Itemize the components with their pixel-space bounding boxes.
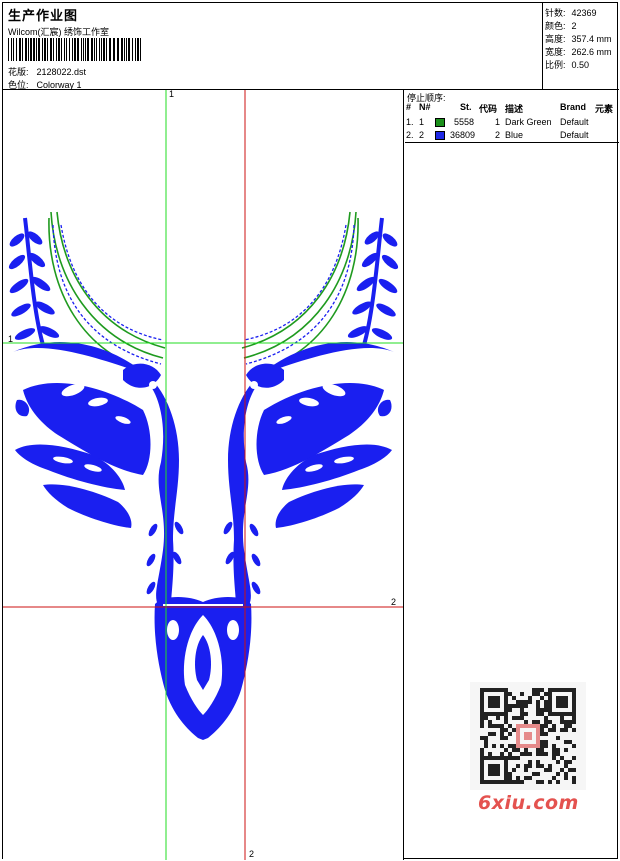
col-brand: Brand [560,102,587,112]
col-element: 元素 [595,104,614,114]
stat-scale: 比例: 0.50 [545,58,589,71]
col-num: # [406,102,412,112]
barcode-image [8,38,141,61]
stop-sequence-header: # N# St. 代码 描述 Brand 元素 [405,102,619,114]
color-swatch [435,118,445,127]
guide-label-h1: 1 [8,334,14,344]
row-stitches: 5558 [454,117,475,127]
design-file-name: 2128022.dst [36,67,87,77]
watermark-logo: 6xiu.com [478,792,579,814]
stat-value: 0.50 [571,60,590,70]
stat-value: 42369 [571,8,597,18]
col-code: 代码 [479,104,498,114]
stat-label: 针数: [545,8,566,18]
production-worksheet: 生产作业图 Wilcom(汇宸) 绣饰工作室 花版: 2128022.dst 色位… [2,2,619,860]
stat-label: 比例: [545,60,566,70]
stat-label: 颜色: [545,21,566,31]
col-description: 描述 [505,104,524,114]
row-description: Blue [505,130,524,140]
studio-name: Wilcom(汇宸) 绣饰工作室 [8,27,109,37]
row-code: 1 [495,117,501,127]
design-file-line: 花版: 2128022.dst [8,65,86,78]
col-stitches: St. [460,102,472,112]
stat-colors: 颜色: 2 [545,19,577,32]
row-code: 2 [495,130,501,140]
guide-label-v1: 1 [169,90,175,99]
col-needle: N# [419,102,431,112]
stat-label: 宽度: [545,47,566,57]
design-left-half [4,210,188,607]
stat-label: 高度: [545,34,566,44]
design-stats: 针数: 42369 颜色: 2 高度: 357.4 mm 宽度: 262.6 mm 比例… [542,3,619,89]
row-needle: 2 [419,130,425,140]
row-num: 1. [406,117,414,127]
stop-row: 1. 1 5558 1 Dark Green Default [405,117,619,129]
header-info: 生产作业图 Wilcom(汇宸) 绣饰工作室 花版: 2128022.dst 色位… [6,5,541,91]
row-needle: 1 [419,117,425,127]
stat-value: 262.6 mm [571,47,612,57]
page-title: 生产作业图 [8,9,79,24]
embroidery-preview: 1 1 2 2 [3,90,404,860]
row-brand: Default [560,117,589,127]
row-num: 2. [406,130,414,140]
design-right-half [219,210,403,607]
stat-stitches: 针数: 42369 [545,6,597,19]
design-file-label: 花版: [8,67,29,77]
row-brand: Default [560,130,589,140]
stat-value: 2 [571,21,577,31]
qr-code [470,682,586,790]
color-swatch [435,131,445,140]
embroidery-design [3,90,403,860]
row-description: Dark Green [505,117,552,127]
guide-label-h2: 2 [391,597,397,607]
guide-label-v2: 2 [249,849,255,859]
stop-row: 2. 2 36809 2 Blue Default [405,130,619,142]
stat-width: 宽度: 262.6 mm [545,45,612,58]
row-stitches: 36809 [450,130,476,140]
stat-value: 357.4 mm [571,34,612,44]
stat-height: 高度: 357.4 mm [545,32,612,45]
qr-code-image [480,688,576,784]
panel-divider [405,142,619,143]
